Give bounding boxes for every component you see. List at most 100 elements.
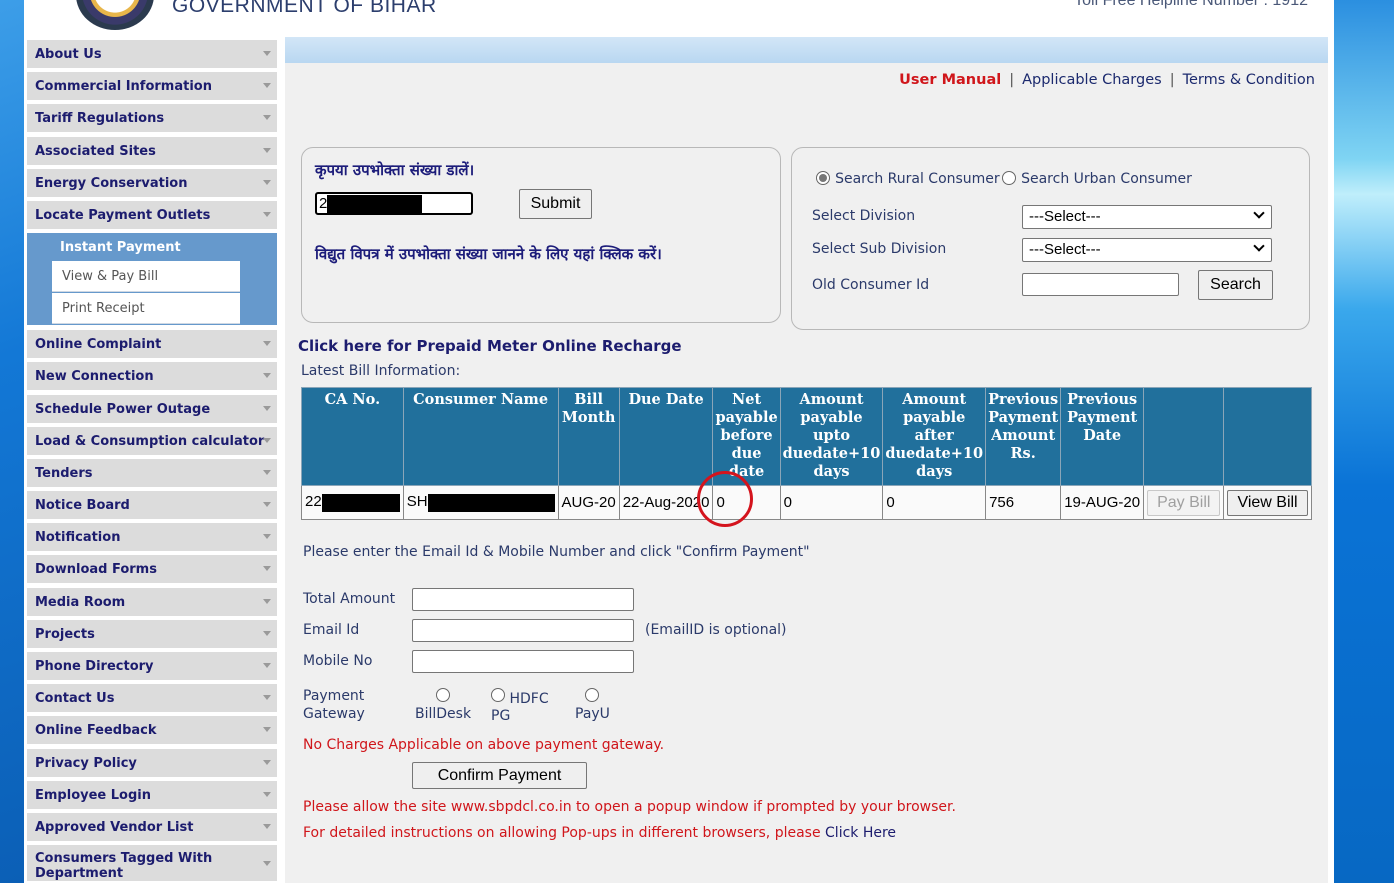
user-manual-link[interactable]: User Manual <box>899 72 1001 88</box>
sidebar-item-online-feedback[interactable]: Online Feedback <box>27 716 277 745</box>
no-charges-note: No Charges Applicable on above payment g… <box>303 737 665 753</box>
dropdown-arrow-icon <box>263 211 271 217</box>
mobile-input[interactable] <box>412 650 634 673</box>
dropdown-arrow-icon <box>263 566 271 572</box>
gateway-label-line1: Payment <box>303 688 365 704</box>
sidebar-item-online-complaint[interactable]: Online Complaint <box>27 330 277 359</box>
cell-amount-upto: 0 <box>779 485 884 520</box>
dropdown-arrow-icon <box>263 695 271 701</box>
view-bill-button[interactable]: View Bill <box>1227 489 1308 516</box>
sidebar-item-download-forms[interactable]: Download Forms <box>27 555 277 584</box>
consumer-number-input[interactable]: 2 <box>315 192 473 215</box>
latest-bill-label: Latest Bill Information: <box>301 363 461 379</box>
consumer-search-panel: Search Rural Consumer Search Urban Consu… <box>791 147 1310 330</box>
sidebar-item-load-consumption-calculator[interactable]: Load & Consumption calculator <box>27 426 277 455</box>
header-amount-after: Amount payable after duedate+10 days <box>882 387 987 486</box>
cell-net-payable: 0 <box>712 485 781 520</box>
hdfc-label: HDFC <box>509 691 549 707</box>
sidebar-item-projects[interactable]: Projects <box>27 619 277 648</box>
dropdown-arrow-icon <box>263 663 271 668</box>
dropdown-arrow-icon <box>263 179 271 185</box>
applicable-charges-link[interactable]: Applicable Charges <box>1022 72 1162 88</box>
click-here-link[interactable]: Click Here <box>825 825 896 841</box>
sidebar-item-label: Load & Consumption calculator <box>35 433 265 449</box>
radio-rural-option[interactable]: Search Rural Consumer <box>816 168 1000 187</box>
sidebar-subitem-view-pay-bill[interactable]: View & Pay Bill <box>52 261 240 293</box>
radio-rural-label: Search Rural Consumer <box>835 171 1000 187</box>
sidebar-item-label: Download Forms <box>35 562 157 578</box>
sidebar-item-about-us[interactable]: About Us <box>27 40 277 68</box>
sidebar-item-tenders[interactable]: Tenders <box>27 458 277 487</box>
sidebar-item-media-room[interactable]: Media Room <box>27 587 277 616</box>
sidebar-item-privacy-policy[interactable]: Privacy Policy <box>27 748 277 777</box>
sidebar-item-commercial-information[interactable]: Commercial Information <box>27 72 277 101</box>
radio-urban[interactable] <box>1002 171 1016 185</box>
total-amount-input[interactable] <box>412 588 634 611</box>
sidebar-item-consumers-tagged[interactable]: Consumers Tagged With Department <box>27 845 277 882</box>
sidebar-item-phone-directory[interactable]: Phone Directory <box>27 652 277 680</box>
payu-label: PayU <box>575 706 610 722</box>
sidebar-item-label: Notice Board <box>35 498 130 514</box>
division-select[interactable]: ---Select--- <box>1022 205 1272 229</box>
old-consumer-id-input[interactable] <box>1022 273 1179 296</box>
submit-button[interactable]: Submit <box>519 189 592 219</box>
radio-payu[interactable] <box>585 688 600 702</box>
sidebar-item-notification[interactable]: Notification <box>27 523 277 552</box>
sidebar-item-energy-conservation[interactable]: Energy Conservation <box>27 168 277 197</box>
popup-instructions: For detailed instructions on allowing Po… <box>303 825 896 841</box>
subdivision-select[interactable]: ---Select--- <box>1022 238 1272 262</box>
cell-amount-after: 0 <box>882 485 987 520</box>
terms-condition-link[interactable]: Terms & Condition <box>1183 72 1315 88</box>
email-input[interactable] <box>412 619 634 642</box>
ca-no-visible: 22 <box>305 493 322 511</box>
org-title: GOVERNMENT OF BIHAR <box>172 0 437 17</box>
dropdown-arrow-icon <box>263 115 271 121</box>
sidebar-item-label: Associated Sites <box>35 143 156 159</box>
sidebar-item-notice-board[interactable]: Notice Board <box>27 491 277 520</box>
confirm-payment-button[interactable]: Confirm Payment <box>412 762 587 789</box>
radio-hdfc[interactable] <box>491 688 505 702</box>
old-consumer-id-label: Old Consumer Id <box>812 277 930 293</box>
radio-billdesk[interactable] <box>436 688 451 702</box>
radio-rural[interactable] <box>816 171 830 185</box>
pay-bill-button[interactable]: Pay Bill <box>1147 489 1221 516</box>
dropdown-arrow-icon <box>263 861 271 867</box>
chevron-down-icon <box>1253 240 1265 252</box>
sidebar-item-instant-payment[interactable]: Instant Payment <box>27 233 277 261</box>
redacted-value <box>427 493 555 512</box>
radio-urban-option[interactable]: Search Urban Consumer <box>1002 168 1192 187</box>
search-button[interactable]: Search <box>1198 270 1273 300</box>
find-consumer-number-link[interactable]: विद्युत विपत्र में उपभोक्ता संख्या जानने… <box>315 244 662 264</box>
sidebar-item-label: Contact Us <box>35 691 115 707</box>
sidebar-item-new-connection[interactable]: New Connection <box>27 362 277 391</box>
sidebar-item-label: New Connection <box>35 369 154 385</box>
main-content: User Manual | Applicable Charges | Terms & C… <box>285 37 1328 883</box>
sidebar-item-label: Locate Payment Outlets <box>35 207 211 223</box>
prepaid-recharge-link[interactable]: Click here for Prepaid Meter Online Rech… <box>298 337 682 355</box>
bill-table: CA No. Consumer Name Bill Month Due Date… <box>301 387 1312 520</box>
top-links: User Manual | Applicable Charges | Terms & C… <box>899 72 1315 88</box>
header-bill-month: Bill Month <box>557 387 620 486</box>
header-pay-action <box>1143 387 1225 486</box>
sidebar-item-locate-payment-outlets[interactable]: Locate Payment Outlets <box>27 200 277 229</box>
gateway-hdfc-option[interactable]: HDFC PG <box>491 687 549 725</box>
cell-prev-amount: 756 <box>985 485 1062 520</box>
sidebar-item-schedule-power-outage[interactable]: Schedule Power Outage <box>27 394 277 423</box>
gateway-billdesk-option[interactable]: BillDesk <box>415 687 471 723</box>
desktop-background-left <box>0 0 24 883</box>
sidebar-item-tariff-regulations[interactable]: Tariff Regulations <box>27 104 277 133</box>
mobile-label: Mobile No <box>303 653 373 669</box>
sidebar-item-label: Tariff Regulations <box>35 111 165 127</box>
sidebar-item-contact-us[interactable]: Contact Us <box>27 684 277 713</box>
gateway-payu-option[interactable]: PayU <box>575 687 610 723</box>
cell-prev-date: 19-AUG-20 <box>1060 485 1145 520</box>
sidebar-subitem-print-receipt[interactable]: Print Receipt <box>52 293 240 325</box>
sidebar-item-associated-sites[interactable]: Associated Sites <box>27 136 277 165</box>
sidebar-item-label: About Us <box>35 47 102 62</box>
redacted-value <box>321 493 400 512</box>
sidebar-item-employee-login[interactable]: Employee Login <box>27 780 277 809</box>
sidebar-item-approved-vendor-list[interactable]: Approved Vendor List <box>27 812 277 841</box>
sidebar-item-label: Approved Vendor List <box>35 819 194 835</box>
division-label: Select Division <box>812 208 916 224</box>
sidebar-item-label: Commercial Information <box>35 79 212 95</box>
